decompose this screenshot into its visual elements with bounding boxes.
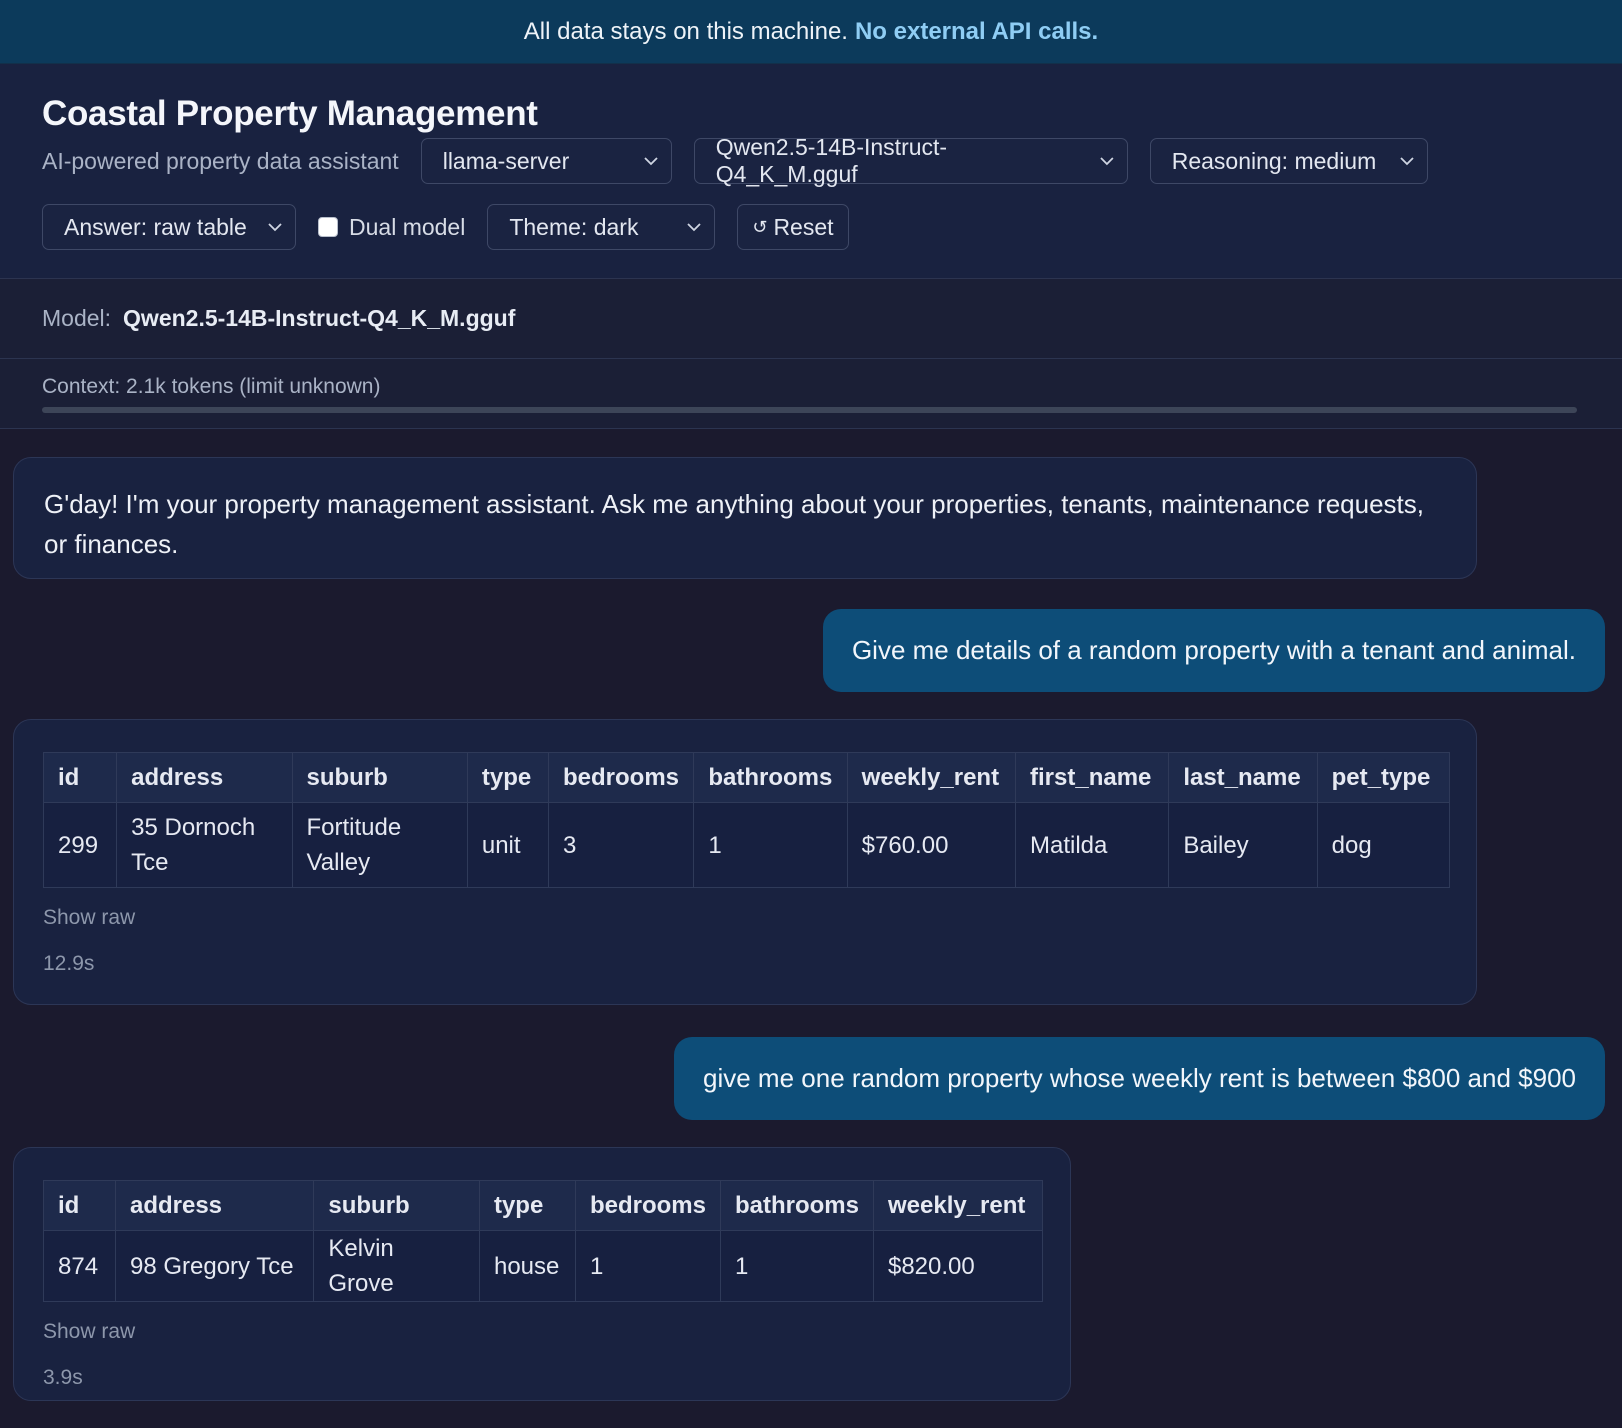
column-header: id xyxy=(43,1180,116,1231)
table-cell: Bailey xyxy=(1168,802,1318,888)
context-progress xyxy=(42,407,1577,413)
backend-select-value: llama-server xyxy=(442,147,570,174)
table-header-row: id address suburb type bedrooms bathroom… xyxy=(43,1180,1044,1231)
column-header: last_name xyxy=(1168,752,1318,803)
response-time: 12.9s xyxy=(43,952,95,975)
table-cell: Kelvin Grove xyxy=(313,1230,480,1302)
column-header: type xyxy=(478,1180,576,1231)
context-bar: Context: 2.1k tokens (limit unknown) xyxy=(0,359,1622,429)
dual-model-toggle[interactable]: Dual model xyxy=(318,214,465,241)
banner-text: All data stays on this machine. xyxy=(523,17,848,45)
table-cell: 874 xyxy=(43,1230,116,1302)
reset-button[interactable]: ↺ Reset xyxy=(737,204,849,250)
column-header: bathrooms xyxy=(693,752,848,803)
show-raw-link[interactable]: Show raw xyxy=(43,1320,1070,1344)
table-cell: 98 Gregory Tce xyxy=(114,1230,315,1302)
table-cell: dog xyxy=(1316,802,1451,888)
column-header: weekly_rent xyxy=(846,752,1017,803)
reset-icon: ↺ xyxy=(752,216,768,237)
answer-mode-select[interactable]: Answer: raw table xyxy=(42,204,296,250)
user-message: Give me details of a random property wit… xyxy=(822,609,1605,692)
table-cell: 1 xyxy=(574,1230,721,1302)
column-header: weekly_rent xyxy=(872,1180,1044,1231)
table-cell: 1 xyxy=(719,1230,874,1302)
dual-model-label: Dual model xyxy=(349,213,466,240)
table-cell: unit xyxy=(466,802,550,888)
theme-select-value: Theme: dark xyxy=(509,213,639,240)
column-header: suburb xyxy=(313,1180,480,1231)
model-select[interactable]: Qwen2.5-14B-Instruct-Q4_K_M.gguf xyxy=(693,134,1128,187)
response-time: 3.9s xyxy=(43,1366,83,1389)
backend-select[interactable]: llama-server xyxy=(420,138,672,184)
dual-model-checkbox[interactable] xyxy=(318,217,338,237)
table-cell: Fortitude Valley xyxy=(291,802,468,888)
table-header-row: id address suburb type bedrooms bathroom… xyxy=(42,752,1451,803)
answer-mode-select-value: Answer: raw table xyxy=(64,213,247,240)
table-row: 874 98 Gregory Tce Kelvin Grove house 1 … xyxy=(43,1230,1044,1302)
column-header: first_name xyxy=(1014,752,1170,803)
column-header: address xyxy=(116,752,293,803)
table-cell: house xyxy=(478,1230,576,1302)
user-message-text: Give me details of a random property wit… xyxy=(851,635,1576,665)
app-header: Coastal Property Management AI-powered p… xyxy=(0,64,1622,279)
table-cell: 35 Dornoch Tce xyxy=(116,802,293,888)
reset-button-label: Reset xyxy=(773,213,834,240)
column-header: bedrooms xyxy=(548,752,695,803)
model-info-bar: Model: Qwen2.5-14B-Instruct-Q4_K_M.gguf xyxy=(0,279,1622,359)
assistant-message: G'day! I'm your property management assi… xyxy=(13,457,1477,579)
app-title: Coastal Property Management xyxy=(42,94,538,133)
context-text: Context: 2.1k tokens (limit unknown) xyxy=(42,375,381,398)
result-table: id address suburb type bedrooms bathroom… xyxy=(42,752,1451,888)
show-raw-link[interactable]: Show raw xyxy=(43,906,1476,930)
table-cell: $760.00 xyxy=(846,802,1017,888)
greeting-text: G'day! I'm your property management assi… xyxy=(44,489,1424,559)
table-cell: $820.00 xyxy=(872,1230,1044,1302)
table-cell: Matilda xyxy=(1014,802,1170,888)
assistant-result-message: id address suburb type bedrooms bathroom… xyxy=(13,719,1477,1005)
chevron-down-icon xyxy=(644,157,658,166)
table-cell: 3 xyxy=(548,802,695,888)
column-header: bathrooms xyxy=(719,1180,874,1231)
table-row: 299 35 Dornoch Tce Fortitude Valley unit… xyxy=(42,802,1451,888)
result-table: id address suburb type bedrooms bathroom… xyxy=(43,1180,1044,1302)
user-message: give me one random property whose weekly… xyxy=(674,1037,1605,1120)
column-header: type xyxy=(466,752,550,803)
column-header: bedrooms xyxy=(574,1180,721,1231)
reasoning-select[interactable]: Reasoning: medium xyxy=(1149,138,1428,184)
theme-select[interactable]: Theme: dark xyxy=(487,204,716,250)
banner-highlight: No external API calls. xyxy=(854,17,1099,45)
privacy-banner: All data stays on this machine. No exter… xyxy=(0,0,1622,64)
model-select-value: Qwen2.5-14B-Instruct-Q4_K_M.gguf xyxy=(715,134,948,187)
model-info-value: Qwen2.5-14B-Instruct-Q4_K_M.gguf xyxy=(123,305,516,331)
reasoning-select-value: Reasoning: medium xyxy=(1171,147,1377,174)
column-header: suburb xyxy=(291,752,468,803)
table-cell: 1 xyxy=(693,802,848,888)
model-info-label: Model: xyxy=(42,305,112,331)
user-message-text: give me one random property whose weekly… xyxy=(703,1063,1576,1093)
assistant-result-message: id address suburb type bedrooms bathroom… xyxy=(13,1147,1071,1401)
column-header: address xyxy=(114,1180,315,1231)
column-header: id xyxy=(42,752,118,803)
chevron-down-icon xyxy=(1400,157,1414,166)
table-cell: 299 xyxy=(42,802,118,888)
chevron-down-icon xyxy=(268,223,282,232)
column-header: pet_type xyxy=(1316,752,1451,803)
app-subtitle: AI-powered property data assistant xyxy=(42,147,399,174)
chevron-down-icon xyxy=(1100,157,1114,166)
chevron-down-icon xyxy=(687,223,701,232)
